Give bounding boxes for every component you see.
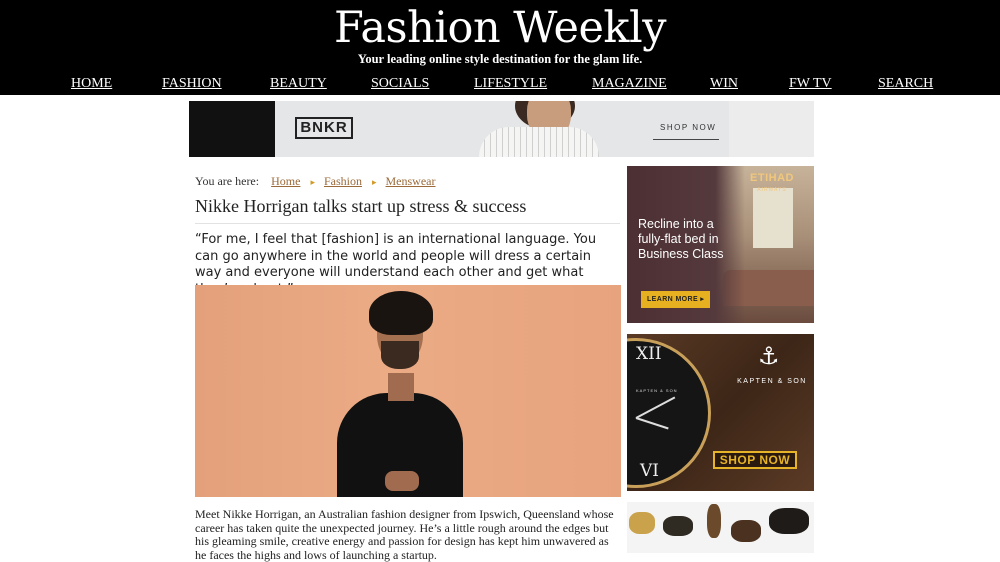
site-header: Fashion Weekly Your leading online style… [0,0,1000,95]
sunglasses-image [663,516,693,536]
watch-image: XII VI KAPTEN & SON [627,338,711,488]
watch-numeral: VI [640,461,659,481]
sunglasses-image [707,504,721,538]
watch-hand [635,396,676,419]
kapten-brand: KAPTEN & SON [737,378,807,385]
nav-magazine[interactable]: MAGAZINE [592,76,667,92]
breadcrumb-menswear[interactable]: Menswear [386,174,436,188]
kapten-shop-now-button[interactable]: SHOP NOW [713,451,797,469]
etihad-logo-text: ETIHAD [750,172,794,184]
etihad-logo: ETIHAD AIRWAYS [742,172,802,196]
nav-home[interactable]: HOME [71,76,112,92]
photo-subject [369,291,433,335]
sunglasses-image [731,520,761,542]
nav-lifestyle[interactable]: LIFESTYLE [474,76,547,92]
article-title: Nikke Horrigan talks start up stress & s… [195,196,620,224]
sunglasses-image [629,512,655,534]
main-nav: HOME FASHION BEAUTY SOCIALS LIFESTYLE MA… [0,76,1000,94]
article-hero-image [195,285,621,497]
watch-numeral: XII [636,344,662,364]
ad-cabin-image [753,188,793,248]
nav-win[interactable]: WIN [710,76,738,92]
site-tagline: Your leading online style destination fo… [357,52,643,66]
banner-panel [189,101,275,157]
banner-divider [653,139,719,140]
breadcrumb-fashion[interactable]: Fashion [324,174,362,188]
etihad-logo-sub: AIRWAYS [757,187,787,193]
photo-subject [388,373,414,401]
etihad-headline: Recline into a fully-flat bed in Busines… [638,217,724,261]
banner-brand-logo: BNKR [295,117,353,139]
etihad-learn-more-button[interactable]: LEARN MORE ▸ [641,291,711,308]
sunglasses-ad[interactable] [627,502,814,553]
banner-panel [729,101,814,157]
breadcrumb-separator-icon: ▸ [371,177,377,187]
sunglasses-image [769,508,809,534]
breadcrumb-home[interactable]: Home [271,174,300,188]
kapten-son-ad[interactable]: XII VI KAPTEN & SON ⚓ KAPTEN & SON SHOP … [627,334,814,491]
etihad-ad[interactable]: ETIHAD AIRWAYS Recline into a fully-flat… [627,166,814,323]
nav-socials[interactable]: SOCIALS [371,76,429,92]
nav-search[interactable]: SEARCH [878,76,933,92]
breadcrumb-prefix: You are here: [195,174,260,188]
breadcrumb-separator-icon: ▸ [310,177,315,187]
banner-model-image [479,127,599,157]
banner-shop-now-link[interactable]: SHOP NOW [660,123,716,132]
site-logo[interactable]: Fashion Weekly [0,4,1000,52]
nav-fashion[interactable]: FASHION [162,76,222,92]
article-body: Meet Nikke Horrigan, an Australian fashi… [195,507,614,562]
photo-subject [385,471,419,491]
photo-subject [381,341,419,369]
nav-fwtv[interactable]: FW TV [789,76,832,92]
anchor-icon: ⚓ [758,342,780,370]
watch-dial-brand: KAPTEN & SON [636,388,678,393]
watch-hand [635,417,669,430]
breadcrumb: You are here: Home ▸ Fashion ▸ Menswear [195,174,436,189]
banner-ad[interactable]: BNKR SHOP NOW [189,101,814,157]
nav-beauty[interactable]: BEAUTY [270,76,327,92]
